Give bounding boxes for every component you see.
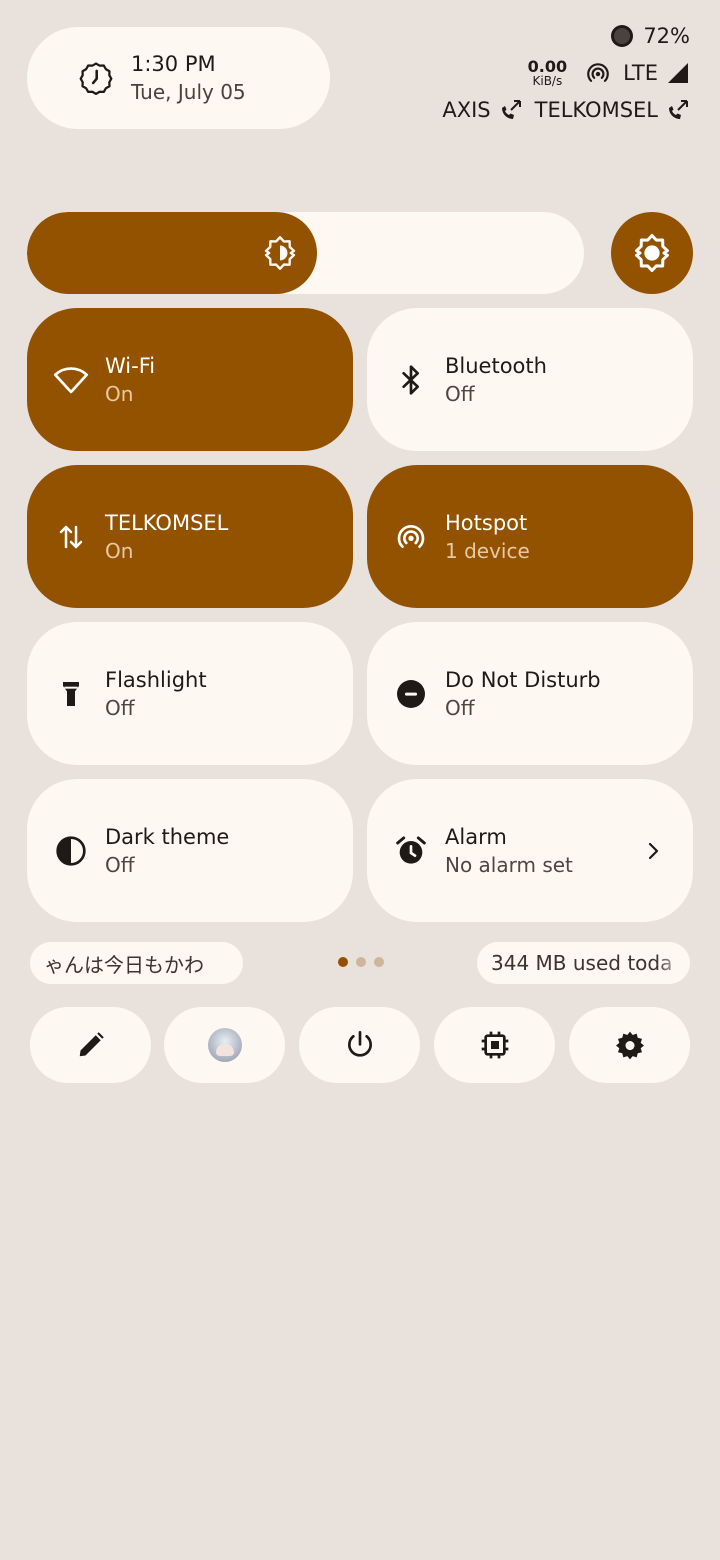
page-dot <box>356 957 366 967</box>
carrier-status: AXIS TELKOMSEL <box>442 93 690 127</box>
tile-state: Off <box>105 695 135 720</box>
carrier-name-2: TELKOMSEL <box>534 98 658 122</box>
media-text: ゃんは今日もかわ <box>44 952 204 977</box>
power-button[interactable] <box>299 1007 420 1083</box>
tile-state: Off <box>445 695 475 720</box>
page-dot <box>338 957 348 967</box>
clock-date: Tue, July 05 <box>131 80 246 104</box>
power-icon <box>347 1031 372 1057</box>
tile-alarm[interactable]: Alarm No alarm set <box>367 779 693 922</box>
page-dot <box>374 957 384 967</box>
clock-icon <box>79 62 113 95</box>
net-speed: 0.00 KiB/s <box>527 57 568 88</box>
mobile-data-icon <box>53 519 89 555</box>
clock-time: 1:30 PM <box>131 52 216 76</box>
user-switcher-button[interactable] <box>164 1007 285 1083</box>
data-usage-chip[interactable]: 344 MB used toda <box>477 942 690 984</box>
battery-status: 72% <box>609 20 690 52</box>
tile-hotspot[interactable]: Hotspot 1 device <box>367 465 693 608</box>
auto-brightness-icon <box>635 234 669 272</box>
hotspot-status-icon <box>587 63 609 82</box>
tile-label: Hotspot <box>445 510 528 535</box>
wifi-icon <box>53 362 89 398</box>
carrier-name-1: AXIS <box>442 98 491 122</box>
auto-brightness-button[interactable] <box>611 212 693 294</box>
tile-mobile-data[interactable]: TELKOMSEL On <box>27 465 353 608</box>
chevron-right-icon <box>648 842 659 859</box>
tile-label: Bluetooth <box>445 353 547 378</box>
net-speed-value: 0.00 <box>527 57 568 76</box>
net-speed-unit: KiB/s <box>532 74 563 88</box>
flashlight-icon <box>53 676 89 712</box>
media-chip[interactable]: ゃんは今日もかわ <box>30 942 243 984</box>
battery-icon <box>611 25 634 47</box>
wifi-calling-icon <box>669 100 688 119</box>
tile-state: No alarm set <box>445 852 573 877</box>
dark-theme-icon <box>53 833 89 869</box>
tile-state: Off <box>445 381 475 406</box>
wifi-calling-icon <box>501 100 521 119</box>
tile-label: Do Not Disturb <box>445 667 601 692</box>
brightness-icon <box>264 236 296 270</box>
tile-dark-theme[interactable]: Dark theme Off <box>27 779 353 922</box>
avatar <box>207 1028 242 1062</box>
alarm-icon <box>393 833 429 869</box>
tile-label: TELKOMSEL <box>105 510 229 535</box>
battery-percent: 72% <box>643 24 690 48</box>
gear-icon <box>615 1031 644 1060</box>
chip-icon <box>481 1031 508 1059</box>
brightness-slider[interactable] <box>27 212 584 294</box>
tile-label: Dark theme <box>105 824 230 849</box>
device-controls-button[interactable] <box>434 1007 555 1083</box>
signal-strength-icon <box>668 63 688 83</box>
edit-icon <box>79 1032 104 1057</box>
tile-do-not-disturb[interactable]: Do Not Disturb Off <box>367 622 693 765</box>
edit-button[interactable] <box>30 1007 151 1083</box>
tile-bluetooth[interactable]: Bluetooth Off <box>367 308 693 451</box>
tile-label: Alarm <box>445 824 507 849</box>
tile-flashlight[interactable]: Flashlight Off <box>27 622 353 765</box>
tile-state: 1 device <box>445 538 530 563</box>
hotspot-icon <box>393 519 429 555</box>
bluetooth-icon <box>393 362 429 398</box>
tile-state: On <box>105 538 134 563</box>
tile-state: Off <box>105 852 135 877</box>
tile-label: Wi-Fi <box>105 353 156 378</box>
page-indicator <box>338 957 384 967</box>
data-usage-text: 344 MB used toda <box>491 951 673 975</box>
settings-button[interactable] <box>569 1007 690 1083</box>
network-type: LTE <box>623 61 658 85</box>
tile-wifi[interactable]: Wi-Fi On <box>27 308 353 451</box>
tile-label: Flashlight <box>105 667 207 692</box>
clock-date-chip[interactable]: 1:30 PM Tue, July 05 <box>27 27 330 129</box>
network-status: 0.00 KiB/s LTE <box>528 56 690 90</box>
tile-state: On <box>105 381 134 406</box>
do-not-disturb-icon <box>393 676 429 712</box>
